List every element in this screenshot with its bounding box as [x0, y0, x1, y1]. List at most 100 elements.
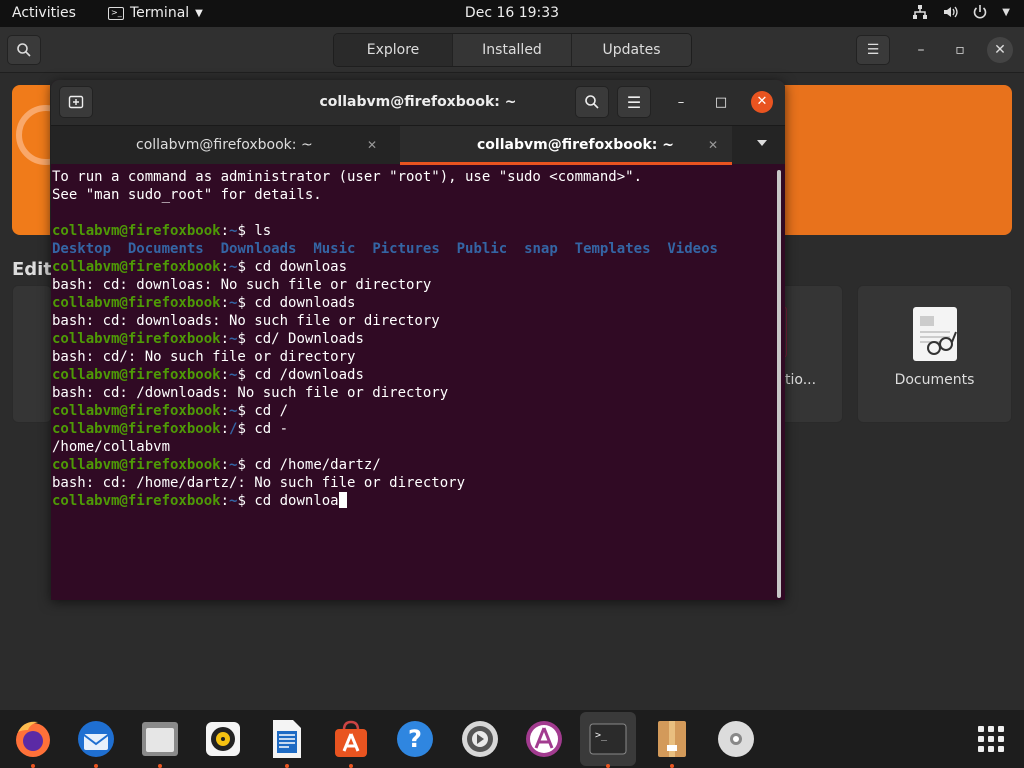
- directory-entry: Videos: [667, 241, 718, 257]
- close-icon[interactable]: ✕: [367, 126, 377, 164]
- libreoffice-writer-icon[interactable]: [266, 718, 308, 760]
- output-text: /home/collabvm: [52, 439, 171, 455]
- prompt-separator: :: [220, 493, 230, 509]
- prompt-user-host: collabvm@firefoxbook: [52, 295, 221, 311]
- terminal-maximize-button[interactable]: □: [709, 90, 733, 114]
- terminal-line: See "man sudo_root" for details.: [52, 186, 775, 204]
- tab-installed[interactable]: Installed: [453, 34, 572, 66]
- volume-icon: [944, 6, 958, 18]
- output-text: bash: cd: /home/dartz/: No such file or …: [52, 475, 466, 491]
- prompt-user-host: collabvm@firefoxbook: [52, 493, 221, 509]
- close-button[interactable]: ✕: [987, 37, 1013, 63]
- featured-banner[interactable]: [12, 85, 50, 235]
- prompt-symbol: $: [237, 367, 246, 383]
- ubuntu-software-icon[interactable]: [330, 718, 372, 760]
- terminal-close-button[interactable]: ✕: [751, 91, 773, 113]
- rhythmbox-icon[interactable]: [202, 718, 244, 760]
- terminal-icon[interactable]: >_: [587, 718, 629, 760]
- menu-button[interactable]: ☰: [856, 35, 890, 65]
- firefox-icon[interactable]: [12, 718, 54, 760]
- command-text: cd /: [245, 403, 289, 419]
- app-card-documents[interactable]: Documents: [857, 285, 1012, 423]
- terminal-line: collabvm@firefoxbook:~$ cd downloa: [52, 492, 775, 510]
- settings-icon[interactable]: [459, 718, 501, 760]
- running-indicator: [31, 764, 35, 768]
- terminal-line: bash: cd: /downloads: No such file or di…: [52, 384, 775, 402]
- show-applications-icon[interactable]: [970, 718, 1012, 760]
- prompt-user-host: collabvm@firefoxbook: [52, 421, 221, 437]
- search-icon: [585, 95, 599, 109]
- terminal-search-button[interactable]: [575, 86, 609, 118]
- terminal-tab-label: collabvm@firefoxbook: ~: [136, 137, 313, 153]
- command-text: cd downloas: [245, 259, 348, 275]
- prompt-symbol: $: [237, 331, 246, 347]
- terminal-line: collabvm@firefoxbook:~$ cd/ Downloads: [52, 330, 775, 348]
- prompt-user-host: collabvm@firefoxbook: [52, 403, 221, 419]
- prompt-symbol: $: [237, 421, 246, 437]
- clock[interactable]: Dec 16 19:33: [0, 5, 1024, 21]
- prompt-symbol: $: [237, 295, 246, 311]
- network-icon: [913, 5, 928, 19]
- prompt-symbol: $: [237, 259, 246, 275]
- command-text: cd downloa: [245, 493, 339, 509]
- command-text: cd -: [245, 421, 289, 437]
- prompt-user-host: collabvm@firefoxbook: [52, 331, 221, 347]
- terminal-headerbar[interactable]: collabvm@firefoxbook: ~ ☰ – □ ✕: [51, 80, 785, 126]
- minimize-button[interactable]: –: [908, 37, 934, 63]
- search-button[interactable]: [7, 35, 41, 65]
- terminal-line: /home/collabvm: [52, 438, 775, 456]
- active-tab-indicator: [400, 162, 732, 165]
- scrollbar[interactable]: [777, 170, 781, 598]
- app-card[interactable]: [12, 285, 52, 423]
- terminal-line: collabvm@firefoxbook:~$ cd downloas: [52, 258, 775, 276]
- disc-icon[interactable]: [715, 718, 757, 760]
- terminal-menu-button[interactable]: ☰: [617, 86, 651, 118]
- search-icon: [17, 43, 31, 57]
- featured-banner-right[interactable]: [784, 85, 1012, 235]
- chevron-down-icon: ▼: [1002, 6, 1010, 18]
- hamburger-icon: ☰: [866, 42, 880, 58]
- command-text: cd downloads: [245, 295, 356, 311]
- terminal-window[interactable]: collabvm@firefoxbook: ~ ☰ – □ ✕ collabvm…: [51, 80, 785, 600]
- files-icon[interactable]: [139, 718, 181, 760]
- running-indicator: [285, 764, 289, 768]
- tab-explore[interactable]: Explore: [334, 34, 453, 66]
- prompt-user-host: collabvm@firefoxbook: [52, 457, 221, 473]
- help-icon[interactable]: ?: [394, 718, 436, 760]
- hamburger-icon: ☰: [626, 92, 642, 112]
- svg-text:>_: >_: [595, 730, 608, 741]
- thunderbird-icon[interactable]: [75, 718, 117, 760]
- tab-updates[interactable]: Updates: [572, 34, 691, 66]
- archive-icon[interactable]: [651, 718, 693, 760]
- output-text: bash: cd: /downloads: No such file or di…: [52, 385, 449, 401]
- svg-text:?: ?: [408, 725, 422, 753]
- command-text: ls: [245, 223, 272, 239]
- software-tabs: Explore Installed Updates: [333, 33, 692, 67]
- top-bar: Activities >_ Terminal ▼ Dec 16 19:33 ▼: [0, 0, 1024, 27]
- terminal-line: collabvm@firefoxbook:/$ cd -: [52, 420, 775, 438]
- terminal-minimize-button[interactable]: –: [669, 90, 693, 114]
- terminal-output[interactable]: To run a command as administrator (user …: [51, 166, 775, 600]
- prompt-symbol: $: [237, 223, 246, 239]
- close-icon[interactable]: ✕: [708, 126, 718, 164]
- running-indicator: [606, 764, 610, 768]
- app-center-icon[interactable]: [523, 718, 565, 760]
- prompt-separator: :: [220, 367, 230, 383]
- maximize-button[interactable]: ▫: [947, 37, 973, 63]
- prompt-separator: :: [220, 421, 230, 437]
- running-indicator: [158, 764, 162, 768]
- directory-entry: Desktop: [52, 241, 112, 257]
- command-text: cd/ Downloads: [245, 331, 364, 347]
- tab-menu-chevron-icon[interactable]: [757, 140, 767, 146]
- prompt-separator: :: [220, 403, 230, 419]
- system-tray[interactable]: ▼: [912, 4, 1010, 20]
- directory-entry: Downloads: [220, 241, 297, 257]
- terminal-line: collabvm@firefoxbook:~$ cd /: [52, 402, 775, 420]
- terminal-tab-active[interactable]: collabvm@firefoxbook: ~ ✕: [400, 126, 732, 164]
- terminal-tab[interactable]: collabvm@firefoxbook: ~ ✕: [51, 126, 400, 164]
- prompt-user-host: collabvm@firefoxbook: [52, 223, 221, 239]
- terminal-line: To run a command as administrator (user …: [52, 168, 775, 186]
- documents-app-icon: [913, 307, 957, 361]
- output-text: To run a command as administrator (user …: [52, 169, 643, 185]
